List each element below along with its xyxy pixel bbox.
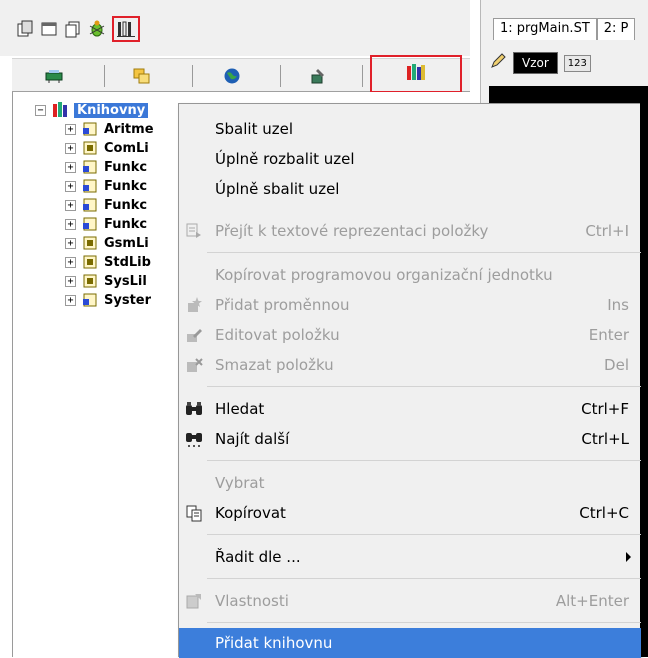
library-book-blue-icon (82, 121, 100, 137)
library-book-icon (82, 140, 100, 156)
library-book-icon (82, 254, 100, 270)
tree-item[interactable]: + SysLil (65, 272, 147, 290)
expand-toggle[interactable]: + (65, 294, 76, 306)
numeric-button[interactable]: 123 (563, 54, 591, 72)
submenu-arrow-icon (626, 552, 631, 562)
books-icon (406, 63, 426, 85)
libraries-tab[interactable] (370, 55, 462, 93)
globe-icon[interactable] (220, 63, 244, 89)
windows-stack-icon[interactable] (130, 63, 154, 89)
expand-toggle[interactable]: + (65, 218, 76, 230)
bug-icon[interactable] (86, 18, 108, 40)
tab-prgmain[interactable]: 1: prgMain.ST (493, 18, 597, 40)
tree-item[interactable]: + Syster (65, 291, 151, 309)
library-book-blue-icon (82, 197, 100, 213)
delete-icon (182, 353, 206, 377)
library-book-blue-icon (82, 178, 100, 194)
expand-toggle[interactable]: + (65, 199, 76, 211)
goto-text-icon (182, 219, 206, 243)
network-icon[interactable] (42, 63, 66, 89)
menu-find[interactable]: Hledat Ctrl+F (179, 394, 641, 424)
vzor-button[interactable]: Vzor (513, 52, 558, 74)
menu-copy-pou[interactable]: Kopírovat programovou organizační jednot… (179, 260, 641, 290)
copy-pages-icon[interactable] (62, 18, 84, 40)
tree-item[interactable]: + StdLib (65, 253, 151, 271)
pages-icon[interactable] (14, 18, 36, 40)
window-icon[interactable] (38, 18, 60, 40)
editor-tabs: 1: prgMain.ST 2: P (493, 18, 636, 40)
library-book-icon (82, 235, 100, 251)
tree-item[interactable]: + ComLi (65, 139, 149, 157)
menu-add-variable[interactable]: Přidat proměnnou Ins (179, 290, 641, 320)
menu-expand-all[interactable]: Úplně rozbalit uzel (179, 144, 641, 174)
expand-toggle[interactable]: + (65, 123, 76, 135)
expand-toggle[interactable]: + (65, 161, 76, 173)
expand-toggle[interactable]: + (65, 237, 76, 249)
expand-toggle[interactable]: + (65, 275, 76, 287)
library-book-blue-icon (82, 292, 100, 308)
add-variable-icon (182, 293, 206, 317)
expand-toggle[interactable]: + (65, 180, 76, 192)
tree-item[interactable]: + Funkc (65, 158, 147, 176)
books-icon (52, 102, 70, 118)
tree-item[interactable]: + Funkc (65, 215, 147, 233)
expand-toggle[interactable]: + (65, 142, 76, 154)
tree-item[interactable]: + Aritme (65, 120, 154, 138)
menu-delete-item[interactable]: Smazat položku Del (179, 350, 641, 380)
menu-collapse-node[interactable]: Sbalit uzel (179, 114, 641, 144)
context-menu: Sbalit uzel Úplně rozbalit uzel Úplně sb… (178, 103, 641, 658)
menu-collapse-all[interactable]: Úplně sbalit uzel (179, 174, 641, 204)
tools-icon[interactable] (306, 63, 330, 89)
menu-edit-item[interactable]: Editovat položku Enter (179, 320, 641, 350)
edit-icon (182, 323, 206, 347)
menu-sort-by[interactable]: Řadit dle ... (179, 542, 641, 572)
main-toolbar (0, 0, 470, 56)
tree-root-label[interactable]: Knihovny (74, 102, 149, 118)
library-book-icon (82, 273, 100, 289)
menu-add-library[interactable]: Přidat knihovnu (179, 628, 641, 658)
pencil-icon[interactable] (489, 52, 507, 74)
copy-icon (182, 501, 206, 525)
expand-toggle[interactable]: + (65, 256, 76, 268)
library-manager-icon[interactable] (112, 16, 140, 42)
collapse-toggle[interactable]: − (35, 104, 46, 116)
find-next-icon (182, 427, 206, 451)
menu-copy[interactable]: Kopírovat Ctrl+C (179, 498, 641, 528)
tab-second[interactable]: 2: P (596, 18, 636, 40)
menu-select[interactable]: Vybrat (179, 468, 641, 498)
panel-tabstrip (12, 55, 470, 93)
tree-item[interactable]: + Funkc (65, 196, 147, 214)
menu-properties[interactable]: Vlastnosti Alt+Enter (179, 586, 641, 616)
properties-icon (182, 589, 206, 613)
library-book-blue-icon (82, 159, 100, 175)
menu-find-next[interactable]: Najít další Ctrl+L (179, 424, 641, 454)
tree-item[interactable]: + Funkc (65, 177, 147, 195)
tree-root-libraries[interactable]: − Knihovny (35, 102, 149, 118)
library-book-blue-icon (82, 216, 100, 232)
menu-goto-text[interactable]: Přejít k textové reprezentaci položky Ct… (179, 216, 641, 246)
editor-toolbar: Vzor 123 (489, 48, 591, 78)
binoculars-icon (182, 397, 206, 421)
tree-item[interactable]: + GsmLi (65, 234, 149, 252)
